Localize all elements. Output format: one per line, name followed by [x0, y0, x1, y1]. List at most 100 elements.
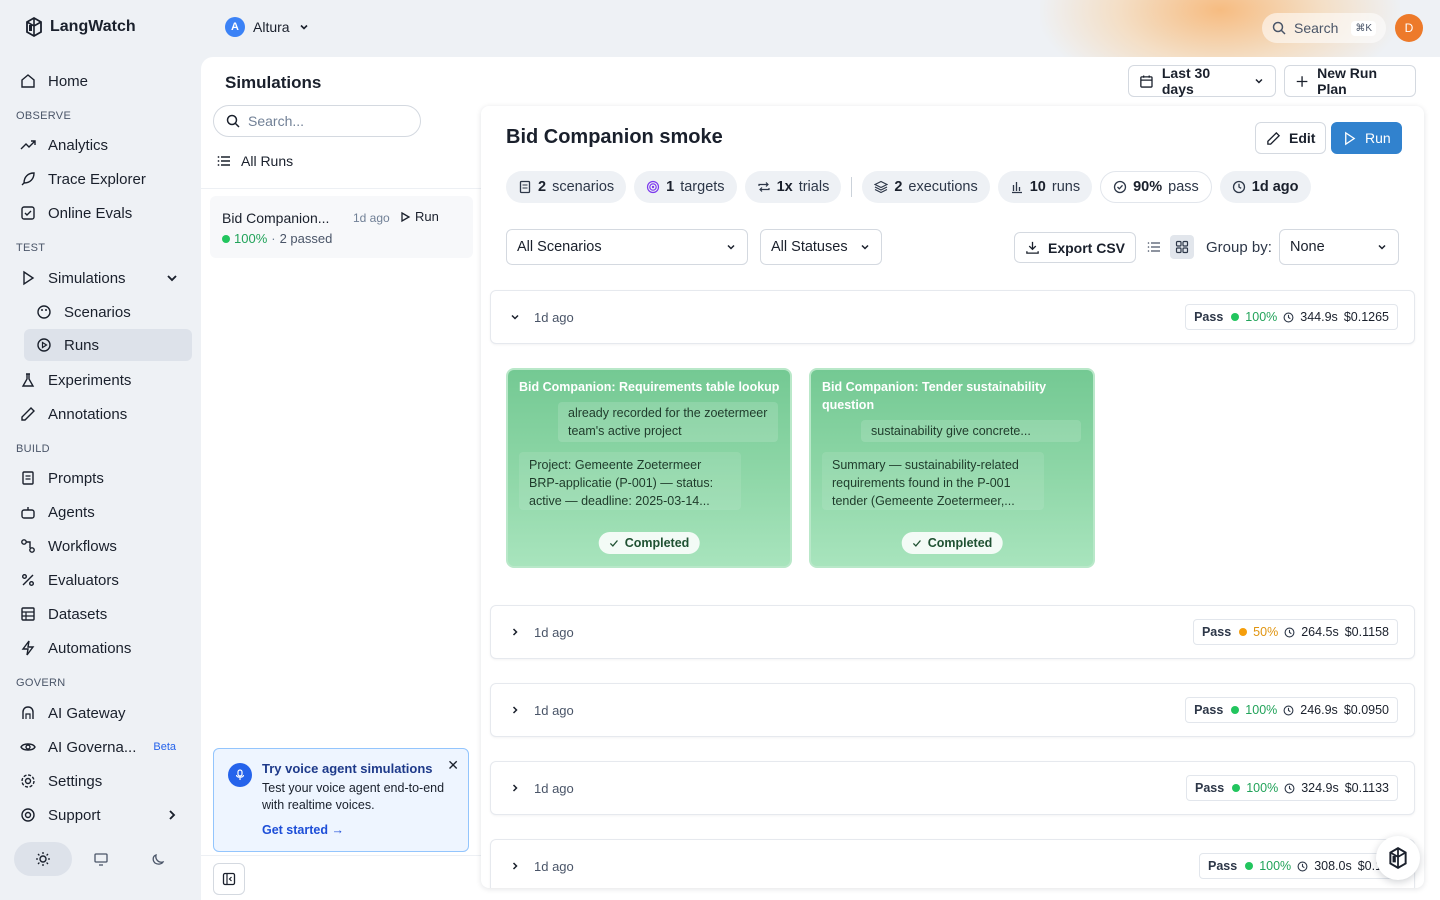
scenario-card[interactable]: Bid Companion: Requirements table lookup… [506, 368, 792, 568]
repeat-icon [757, 182, 770, 192]
promo-get-started-link[interactable]: Get started → [262, 823, 456, 837]
chip-value: 1d ago [1251, 179, 1299, 195]
sidebar-item-online-evals[interactable]: Online Evals [16, 197, 192, 229]
edit-button[interactable]: Edit [1255, 122, 1327, 154]
sidebar-item-support[interactable]: Support [16, 799, 192, 831]
clock-icon [1284, 783, 1295, 793]
run-list-item[interactable]: Bid Companion... 1d ago Run 100% · 2 pas… [210, 196, 473, 258]
sidebar-item-settings[interactable]: Settings [16, 765, 192, 797]
user-avatar[interactable]: D [1395, 14, 1423, 42]
batch-row[interactable]: 1d ago Pass 50% 264.5s $0.1158 [490, 605, 1415, 659]
all-runs-link[interactable]: All Runs [217, 153, 293, 169]
run-label: Run [1365, 130, 1391, 146]
pass-percent: 100% [1245, 703, 1278, 717]
sidebar-item-agents[interactable]: Agents [16, 496, 192, 528]
batch-row[interactable]: 1d ago Pass 100% 344.9s $0.1265 [490, 290, 1415, 344]
batch-row[interactable]: 1d ago Pass 100% 246.9s $0.0950 [490, 683, 1415, 737]
scenario-card[interactable]: Bid Companion: Tender sustainability que… [809, 368, 1095, 568]
bot-icon [21, 507, 35, 519]
sidebar-item-label: Online Evals [48, 204, 133, 222]
export-label: Export CSV [1048, 239, 1126, 256]
sidebar-item-experiments[interactable]: Experiments [16, 364, 192, 396]
sidebar-item-trace-explorer[interactable]: Trace Explorer [16, 163, 192, 195]
runs-search-input[interactable]: Search... [213, 105, 421, 137]
sidebar-item-simulations[interactable]: Simulations [16, 262, 192, 294]
run-plan-title: Bid Companion smoke [506, 126, 723, 148]
chevron-down-icon [1255, 78, 1263, 84]
page-title: Simulations [225, 73, 322, 92]
sidebar-item-home[interactable]: Home [16, 65, 192, 97]
target-icon [647, 180, 660, 194]
system-theme-button[interactable] [72, 842, 130, 876]
sidebar-item-datasets[interactable]: Datasets [16, 598, 192, 630]
check-circle-icon [1113, 180, 1127, 194]
sidebar-item-label: Trace Explorer [48, 170, 146, 188]
export-csv-button[interactable]: Export CSV [1014, 232, 1137, 263]
run-again-button[interactable]: Run [399, 209, 439, 224]
sidebar-item-analytics[interactable]: Analytics [16, 129, 192, 161]
pass-label: Pass [1194, 703, 1224, 717]
gear-icon [21, 774, 35, 788]
sidebar-item-workflows[interactable]: Workflows [16, 530, 192, 562]
batch-row[interactable]: 1d ago Pass 100% 324.9s $0.1133 [490, 761, 1415, 815]
batch-row[interactable]: 1d ago Pass 100% 308.0s $0.10 [490, 839, 1415, 888]
chevron-right-icon [512, 784, 518, 792]
promo-link-label: Get started [262, 822, 328, 837]
select-value: All Statuses [771, 239, 848, 255]
scenarios-chip: 2 scenarios [506, 171, 627, 203]
dark-theme-button[interactable] [130, 842, 188, 876]
help-chat-button[interactable] [1376, 836, 1420, 880]
pencil-icon [21, 407, 35, 421]
user-message: already recorded for the zoetermeer team… [558, 402, 778, 443]
pass-percent: 50% [1253, 625, 1279, 639]
light-theme-button[interactable] [14, 842, 72, 876]
chevron-right-icon [169, 810, 176, 820]
monitor-icon [94, 853, 108, 866]
sidebar-item-annotations[interactable]: Annotations [16, 398, 192, 430]
sidebar-item-prompts[interactable]: Prompts [16, 462, 192, 494]
grid-view-button[interactable] [1170, 235, 1194, 259]
main-panel: Simulations Last 30 days New Run Plan Se… [201, 57, 1440, 900]
pass-label: Pass [1208, 859, 1238, 873]
divider [201, 855, 481, 856]
list-icon [1147, 242, 1160, 252]
status-filter-select[interactable]: All Statuses [760, 229, 882, 265]
sidebar-item-label: Agents [48, 503, 95, 521]
sidebar-item-ai-gateway[interactable]: AI Gateway [16, 697, 192, 729]
theme-switcher [14, 842, 192, 876]
batch-stats: Pass 50% 264.5s $0.1158 [1192, 619, 1398, 645]
check-icon [912, 540, 921, 547]
new-run-plan-button[interactable]: New Run Plan [1284, 65, 1416, 97]
pass-percent: 100% [1259, 859, 1292, 873]
status-dot [1245, 862, 1254, 870]
group-by-select[interactable]: None [1279, 229, 1399, 265]
moon-icon [152, 854, 165, 865]
run-plan-detail: Bid Companion smoke Edit Run 2 scenarios … [481, 106, 1424, 888]
global-search-button[interactable]: Search ⌘K [1262, 13, 1386, 43]
sidebar-item-label: Home [48, 72, 89, 90]
sidebar-item-scenarios[interactable]: Scenarios [24, 296, 192, 328]
chevron-right-icon [512, 862, 518, 870]
chip-label: scenarios [552, 179, 615, 195]
panel-collapse-icon [222, 872, 236, 886]
search-icon [1272, 21, 1286, 35]
file-icon [519, 180, 531, 194]
list-view-button[interactable] [1142, 235, 1166, 259]
sidebar-item-label: Annotations [48, 405, 128, 423]
collapse-panel-button[interactable] [213, 863, 245, 895]
app-logo[interactable]: LangWatch [24, 16, 136, 38]
sidebar-item-ai-governance[interactable]: AI Governa... Beta [16, 731, 192, 763]
org-name: Altura [253, 19, 290, 35]
scenario-filter-select[interactable]: All Scenarios [506, 229, 748, 265]
completed-badge: Completed [598, 532, 700, 554]
sidebar-item-runs[interactable]: Runs [24, 329, 192, 361]
date-range-button[interactable]: Last 30 days [1128, 65, 1276, 97]
close-icon[interactable]: ✕ [447, 757, 459, 774]
gateway-icon [22, 706, 34, 719]
sidebar-item-evaluators[interactable]: Evaluators [16, 564, 192, 596]
run-button[interactable]: Run [1331, 122, 1402, 154]
palette-icon [37, 305, 51, 319]
org-switcher[interactable]: A Altura [225, 17, 310, 37]
play-icon [23, 270, 35, 286]
sidebar-item-automations[interactable]: Automations [16, 632, 192, 664]
